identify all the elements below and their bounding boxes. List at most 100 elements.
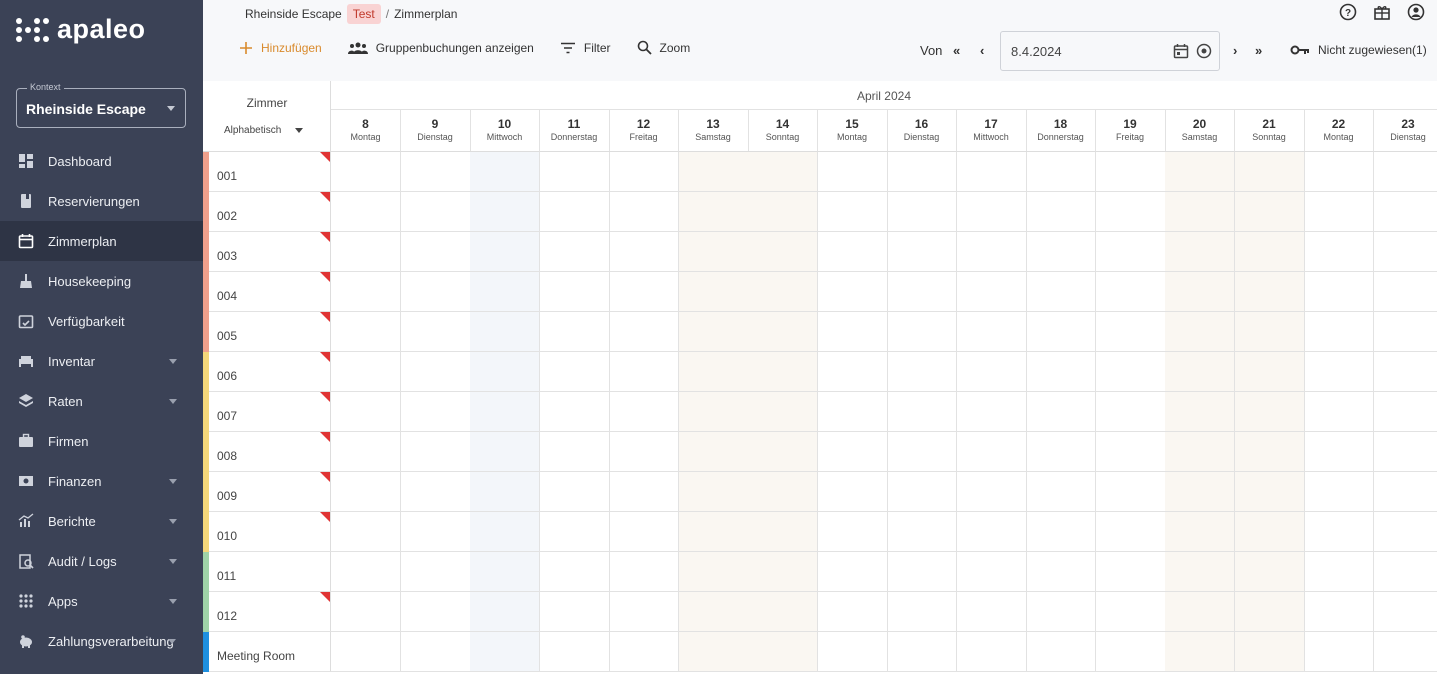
logo-dots-icon xyxy=(16,17,49,42)
day-number: 11 xyxy=(567,117,581,131)
room-label: 006 xyxy=(217,369,238,383)
group-bookings-button[interactable]: Gruppenbuchungen anzeigen xyxy=(347,40,534,55)
row-divider xyxy=(331,431,1437,432)
room-label: 009 xyxy=(217,489,238,503)
sidebar-item-verfügbarkeit[interactable]: Verfügbarkeit xyxy=(0,301,203,341)
day-column[interactable] xyxy=(331,152,401,672)
room-row-header[interactable]: 007 xyxy=(203,392,331,432)
chevron-down-icon xyxy=(169,359,177,364)
room-color-strip xyxy=(203,512,209,552)
chevron-down-icon xyxy=(169,599,177,604)
room-row-header[interactable]: 009 xyxy=(203,472,331,512)
piggy-bank-icon xyxy=(18,633,34,649)
date-field[interactable]: 8.4.2024 xyxy=(1000,31,1220,71)
day-column[interactable] xyxy=(470,152,540,672)
gift-icon[interactable] xyxy=(1373,3,1391,21)
context-value: Rheinside Escape xyxy=(26,101,146,117)
today-target-icon[interactable] xyxy=(1196,43,1212,59)
room-row-header[interactable]: 001 xyxy=(203,152,331,192)
day-header: 19 Freitag xyxy=(1095,110,1166,152)
double-chevron-left-icon[interactable]: « xyxy=(953,43,960,58)
chevron-left-icon[interactable]: ‹ xyxy=(980,43,984,58)
day-header: 9 Dienstag xyxy=(400,110,471,152)
row-divider xyxy=(331,511,1437,512)
room-color-strip xyxy=(203,392,209,432)
double-chevron-right-icon[interactable]: » xyxy=(1255,43,1262,58)
day-column[interactable] xyxy=(401,152,471,672)
account-icon[interactable] xyxy=(1407,3,1425,21)
sidebar-item-zimmerplan[interactable]: Zimmerplan xyxy=(0,221,203,261)
sidebar-item-audit-logs[interactable]: Audit / Logs xyxy=(0,541,203,581)
room-row-header[interactable]: 004 xyxy=(203,272,331,312)
room-color-strip xyxy=(203,192,209,232)
day-name: Mittwoch xyxy=(486,132,523,142)
day-column[interactable] xyxy=(1096,152,1166,672)
sidebar-item-firmen[interactable]: Firmen xyxy=(0,421,203,461)
row-divider xyxy=(331,191,1437,192)
day-column[interactable] xyxy=(957,152,1027,672)
sidebar-item-reservierungen[interactable]: Reservierungen xyxy=(0,181,203,221)
room-row-header[interactable]: Meeting Room xyxy=(203,632,331,672)
briefcase-icon xyxy=(18,433,34,449)
day-column[interactable] xyxy=(748,152,818,672)
sidebar-item-label: Audit / Logs xyxy=(48,553,117,569)
room-row-header[interactable]: 002 xyxy=(203,192,331,232)
day-column[interactable] xyxy=(1026,152,1096,672)
day-column[interactable] xyxy=(887,152,957,672)
filter-button[interactable]: Filter xyxy=(560,41,611,55)
day-column[interactable] xyxy=(1374,152,1437,672)
room-label: 001 xyxy=(217,169,238,183)
room-row-header[interactable]: 010 xyxy=(203,512,331,552)
day-number: 21 xyxy=(1262,117,1276,131)
sidebar-item-finanzen[interactable]: Finanzen xyxy=(0,461,203,501)
context-legend: Kontext xyxy=(27,82,64,92)
unassigned-button[interactable]: Nicht zugewiesen(1) xyxy=(1290,43,1427,57)
zoom-button[interactable]: Zoom xyxy=(637,40,690,55)
day-name: Sonntag xyxy=(1252,132,1286,142)
day-column[interactable] xyxy=(540,152,610,672)
help-icon[interactable]: ? xyxy=(1339,3,1357,21)
sidebar-item-zahlungsverarbeitung[interactable]: Zahlungsverarbeitung xyxy=(0,621,203,661)
sidebar-item-berichte[interactable]: Berichte xyxy=(0,501,203,541)
room-flag-icon xyxy=(320,352,330,362)
add-button[interactable]: Hinzufügen xyxy=(239,41,322,55)
day-number: 22 xyxy=(1331,117,1346,131)
room-row-header[interactable]: 006 xyxy=(203,352,331,392)
room-row-header[interactable]: 008 xyxy=(203,432,331,472)
row-divider xyxy=(331,551,1437,552)
sidebar-item-housekeeping[interactable]: Housekeeping xyxy=(0,261,203,301)
sort-select[interactable]: Alphabetisch xyxy=(224,125,304,136)
sidebar-item-dashboard[interactable]: Dashboard xyxy=(0,141,203,181)
day-column[interactable] xyxy=(1234,152,1305,672)
apaleo-logo[interactable]: apaleo xyxy=(16,14,146,45)
context-select[interactable]: Kontext Rheinside Escape xyxy=(16,82,186,128)
day-column[interactable] xyxy=(1304,152,1374,672)
day-column[interactable] xyxy=(1165,152,1235,672)
room-color-strip xyxy=(203,432,209,472)
day-header: 14 Sonntag xyxy=(748,110,818,152)
room-row-header[interactable]: 011 xyxy=(203,552,331,592)
calendar-icon[interactable] xyxy=(1173,43,1189,59)
top-icons: ? xyxy=(1339,3,1425,21)
room-row-header[interactable]: 003 xyxy=(203,232,331,272)
room-row-header[interactable]: 005 xyxy=(203,312,331,352)
group-icon xyxy=(347,42,368,54)
room-flag-icon xyxy=(320,232,330,242)
sidebar-item-apps[interactable]: Apps xyxy=(0,581,203,621)
bed-icon xyxy=(18,353,34,369)
sidebar-item-label: Apps xyxy=(48,593,78,609)
sidebar-item-raten[interactable]: Raten xyxy=(0,381,203,421)
breadcrumb-property[interactable]: Rheinside Escape xyxy=(245,7,342,21)
day-column[interactable] xyxy=(818,152,888,672)
sidebar-item-label: Verfügbarkeit xyxy=(48,313,125,329)
group-bookings-label: Gruppenbuchungen anzeigen xyxy=(375,40,534,55)
sidebar-item-label: Dashboard xyxy=(48,153,112,169)
key-icon xyxy=(1290,45,1309,55)
chart-icon xyxy=(18,513,34,529)
room-row-header[interactable]: 012 xyxy=(203,592,331,632)
chevron-right-icon[interactable]: › xyxy=(1233,43,1237,58)
day-column[interactable] xyxy=(609,152,679,672)
sidebar-item-inventar[interactable]: Inventar xyxy=(0,341,203,381)
day-column[interactable] xyxy=(678,152,749,672)
row-divider xyxy=(331,631,1437,632)
